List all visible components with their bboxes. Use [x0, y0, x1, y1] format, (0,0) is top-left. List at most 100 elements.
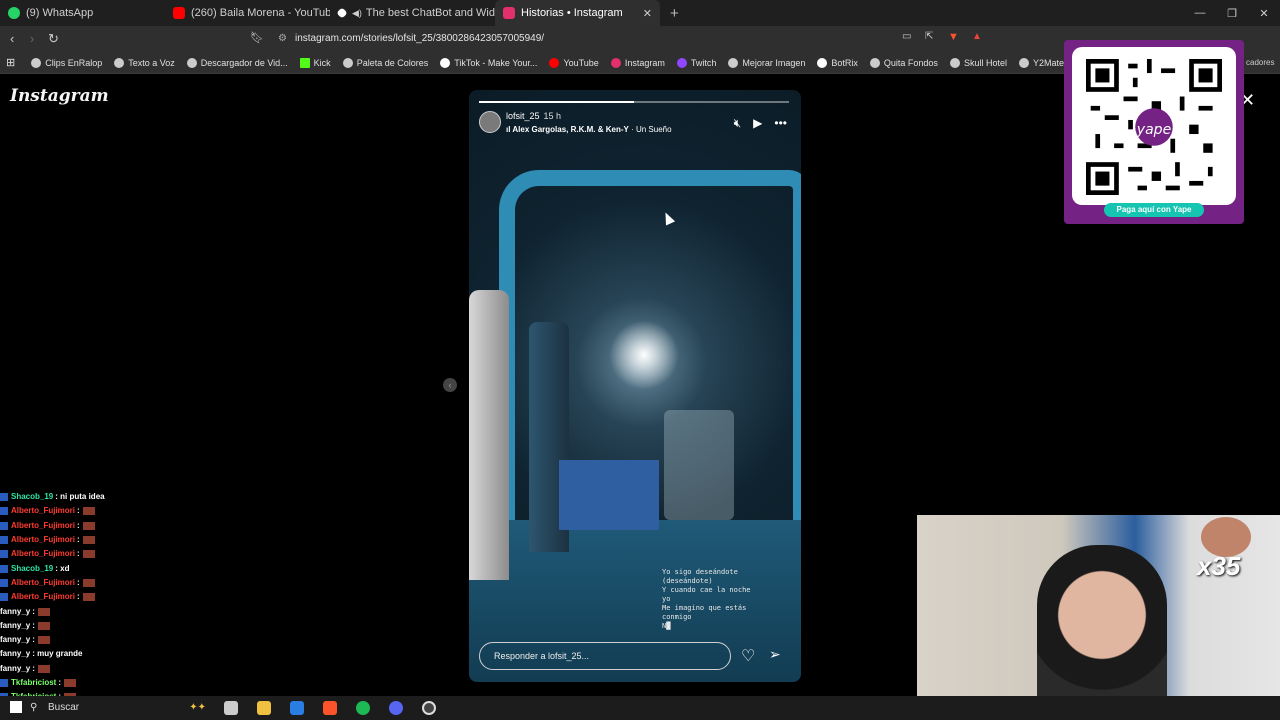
close-window-icon[interactable]: ✕ [1248, 7, 1280, 20]
bookmark-item[interactable]: Descargador de Vid... [186, 57, 288, 68]
obs-icon[interactable] [422, 701, 436, 715]
chat-message: Shacob_19: xd [0, 561, 260, 575]
tab-instagram[interactable]: Historias • Instagram ✕ [495, 0, 660, 26]
minimize-icon[interactable]: — [1184, 7, 1216, 19]
instagram-logo[interactable]: Instagram [10, 86, 109, 106]
chat-username: fanny_y [0, 606, 31, 616]
bookmark-item[interactable]: Kick [299, 57, 331, 68]
chat-message: fanny_y: [0, 604, 260, 618]
kick-icon [299, 57, 310, 68]
url-field[interactable]: ⚙ instagram.com/stories/lofsit_25/380028… [275, 30, 975, 48]
bookmark-item[interactable]: YouTube [549, 57, 599, 68]
chat-text: : xd [55, 563, 70, 573]
chat-badge-icon [0, 536, 8, 545]
emote-combo-count: x35 [1197, 551, 1241, 581]
search-icon: ⚲ [30, 702, 38, 713]
share-icon[interactable]: ⇱ [925, 31, 933, 42]
reload-icon[interactable]: ↻ [48, 31, 59, 47]
chat-emote [64, 679, 77, 687]
bookmark-item[interactable]: Clips EnRalop [31, 57, 102, 68]
chat-message: Alberto_Fujimori: [0, 519, 260, 533]
chat-badge-icon [0, 578, 8, 587]
store-icon[interactable] [290, 701, 304, 715]
botrix-icon [336, 7, 348, 19]
chat-username: Alberto_Fujimori [11, 520, 76, 530]
story-photo-box [559, 460, 659, 530]
restore-icon[interactable]: ❐ [1216, 7, 1248, 20]
song-title: · Un Sueño [628, 125, 672, 134]
story-viewer[interactable]: lofsit_25 15 h ıl Alex Gargolas, R.K.M. &… [469, 90, 801, 682]
bookmark-label: Quita Fondos [883, 57, 938, 68]
story-time: 15 h [543, 111, 562, 121]
chat-text: : [77, 549, 80, 559]
play-icon[interactable]: ▶ [753, 116, 762, 131]
spotify-icon[interactable] [356, 701, 370, 715]
mute-icon[interactable]: 🔇︎ [734, 116, 742, 131]
chat-username: fanny_y [0, 663, 31, 673]
yape-pay-button[interactable]: Paga aquí con Yape [1104, 203, 1204, 217]
tab-whatsapp[interactable]: (9) WhatsApp [0, 0, 165, 26]
chat-message: Alberto_Fujimori: [0, 504, 260, 518]
chat-emote [37, 664, 50, 673]
task-view-icon[interactable] [224, 701, 238, 715]
emote-combo: x35 [1197, 517, 1277, 587]
send-icon[interactable]: ➢ [769, 646, 781, 663]
story-progress-fill [479, 101, 634, 103]
chat-badge-icon [0, 679, 8, 687]
chat-username: Shacob_19 [11, 563, 54, 573]
like-heart-icon[interactable]: ♡ [741, 646, 755, 666]
chat-badge-icon [0, 507, 8, 516]
tab-botrix[interactable]: ◀) The best ChatBot and Widgets fo [330, 0, 495, 26]
globe-icon [949, 57, 960, 68]
chat-text: : [77, 520, 80, 530]
chat-username: Tkfabriciost [11, 678, 57, 687]
window-controls: — ❐ ✕ [1184, 0, 1280, 26]
story-music[interactable]: ıl Alex Gargolas, R.K.M. & Ken-Y · Un Su… [506, 125, 672, 134]
globe-icon [186, 57, 197, 68]
bookmark-icon[interactable]: 🔖︎ [250, 31, 264, 44]
previous-story-button[interactable]: ‹ [443, 378, 457, 392]
bookmark-item[interactable]: Mejorar Imagen [728, 57, 805, 68]
reply-input[interactable]: Responder a lofsit_25... [479, 642, 731, 670]
back-icon[interactable]: ‹ [10, 31, 14, 46]
bookmark-item[interactable]: Paleta de Colores [342, 57, 428, 68]
instagram-icon [610, 57, 621, 68]
close-tab-icon[interactable]: ✕ [643, 7, 652, 20]
bookmark-item[interactable]: Instagram [610, 57, 665, 68]
taskbar: ⚲ Buscar ✦✦ [0, 696, 1280, 720]
bookmark-item[interactable]: BotRix [817, 57, 858, 68]
bookmark-item[interactable]: Texto a Voz [114, 57, 175, 68]
chat-emote [37, 621, 50, 630]
windows-start-icon[interactable] [10, 701, 22, 713]
tab-bar: (9) WhatsApp (260) Baila Morena - YouTub… [0, 0, 1280, 26]
bookmark-item[interactable]: TikTok - Make Your... [440, 57, 537, 68]
chat-badge-icon [0, 493, 8, 502]
tab-label: Historias • Instagram [521, 7, 623, 19]
new-tab-button[interactable]: + [670, 5, 679, 22]
forward-icon[interactable]: › [30, 31, 34, 46]
chat-message: Tkfabriciost: [0, 676, 260, 690]
cast-icon[interactable]: ▭ [902, 31, 911, 42]
bookmark-item[interactable]: Skull Hotel [949, 57, 1007, 68]
brave-shield-icon[interactable]: ▼ [948, 31, 959, 43]
chat-message: fanny_y: [0, 633, 260, 647]
story-username[interactable]: lofsit_25 [506, 111, 540, 121]
y2mate-icon [1018, 57, 1029, 68]
bookmarks-overflow[interactable]: cadores [1246, 58, 1274, 67]
twitch-icon [676, 57, 687, 68]
chat-text: : [58, 678, 62, 687]
chat-emote [82, 521, 95, 530]
bookmark-item[interactable]: Quita Fondos [869, 57, 938, 68]
brave-icon[interactable] [323, 701, 337, 715]
brave-rewards-icon[interactable]: ▲ [972, 31, 982, 42]
apps-icon[interactable]: ⊞ [6, 56, 15, 69]
taskbar-search[interactable]: ⚲ Buscar ✦✦ [30, 698, 210, 718]
bookmark-item[interactable]: Twitch [676, 57, 716, 68]
story-progress-bar [479, 101, 789, 103]
site-info-icon[interactable]: ⚙ [278, 30, 287, 48]
file-explorer-icon[interactable] [257, 701, 271, 715]
discord-icon[interactable] [389, 701, 403, 715]
avatar[interactable] [479, 111, 501, 133]
tab-youtube[interactable]: (260) Baila Morena - YouTube [165, 0, 330, 26]
more-options-icon[interactable]: ••• [774, 116, 787, 131]
